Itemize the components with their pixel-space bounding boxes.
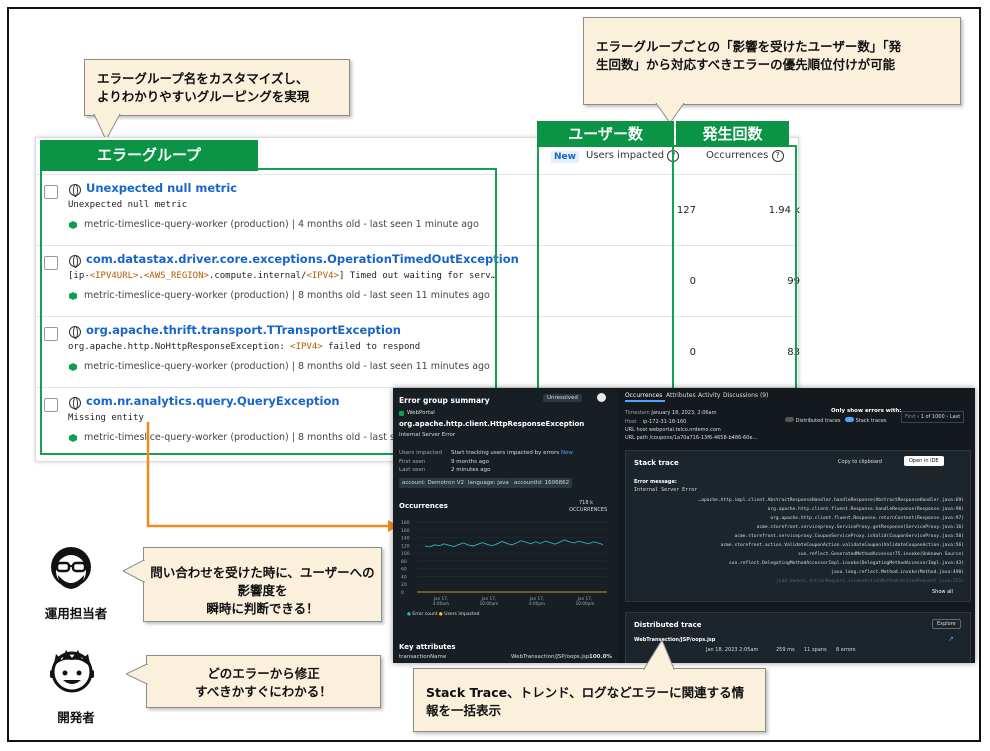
- callout-tail: [123, 560, 145, 583]
- callout-stack-trace: Stack Trace、トレンド、ログなどエラーに関連する情 報を一括表示: [413, 668, 766, 732]
- occurrences-chart: 180160140120100806040200Jan 17,4:00amJan…: [401, 520, 607, 606]
- developer-label: 開発者: [57, 710, 95, 725]
- stack-trace-line: jodd.madvoc.ActionRequest.invokeActionMe…: [775, 579, 964, 584]
- explore-button[interactable]: Explore: [932, 619, 961, 629]
- stack-traces-toggle[interactable]: Stack traces: [845, 417, 887, 424]
- exception-name: org.apache.http.client.HttpResponseExcep…: [399, 420, 585, 428]
- show-all-link[interactable]: Show all: [932, 589, 953, 595]
- y-tick-label: 160: [401, 528, 410, 534]
- stack-trace-line: sun.reflect.DelegatingMethodAccessorImpl…: [728, 561, 964, 566]
- x-tick-label: 10:00pm: [576, 601, 595, 606]
- stack-trace-line: …apache.http.impl.client.AbstractRespons…: [698, 498, 964, 503]
- stack-trace-line: java.lang.reflect.Method.invoke(Method.j…: [831, 570, 964, 575]
- operator-label: 運用担当者: [44, 606, 108, 621]
- status-dropdown[interactable]: Unresolved: [543, 394, 582, 402]
- occurrences-column-highlight: [672, 145, 797, 395]
- developer-face-icon: [50, 650, 94, 693]
- callout-operator: 問い合わせを受けた時に、ユーザーへの 影響度を 瞬時に判断できる！: [143, 547, 382, 622]
- tab-discussions[interactable]: Discussions (9): [723, 392, 768, 399]
- tag-chip[interactable]: account: Demotron V2: [399, 478, 468, 488]
- tab-attributes[interactable]: Attributes: [666, 392, 696, 399]
- x-tick-label: 10:00am: [480, 601, 499, 606]
- app-icon: [399, 411, 404, 416]
- tab-occurrences[interactable]: Occurrences: [625, 392, 662, 399]
- chart-legend: ● Error count ● Users impacted: [407, 612, 480, 617]
- callout-tail: [643, 640, 675, 670]
- y-tick-label: 80: [401, 559, 407, 565]
- stack-trace-line: acme.storefront.action.ValidateCouponAct…: [720, 543, 964, 548]
- callout-grouping: エラーグループ名をカスタマイズし、 よりわかりやすいグルーピングを実現: [84, 59, 350, 116]
- y-tick-label: 100: [401, 551, 410, 557]
- tag-chip[interactable]: language: java: [465, 478, 512, 488]
- y-tick-label: 180: [401, 520, 410, 526]
- copy-button[interactable]: Copy to clipboard: [838, 459, 882, 465]
- stack-trace-line: org.apache.http.client.fluent.Response.r…: [770, 516, 964, 521]
- open-in-ide-button[interactable]: Open in IDE: [904, 456, 944, 466]
- callout-tail: [126, 664, 148, 685]
- error-group-header: エラーグループ: [40, 140, 258, 171]
- distributed-traces-toggle[interactable]: Distributed traces: [785, 417, 841, 424]
- y-tick-label: 20: [401, 582, 407, 588]
- error-count-line: [424, 539, 604, 548]
- tab-activity[interactable]: Activity: [698, 392, 720, 399]
- external-link-icon[interactable]: ↗: [948, 635, 954, 643]
- summary-title: Error group summary: [399, 396, 490, 405]
- app-name: WebPortal: [407, 410, 435, 416]
- track-users-link[interactable]: Start tracking users impacted by errors …: [451, 450, 573, 456]
- avatar[interactable]: [597, 393, 606, 402]
- exception-message: Internal Server Error: [399, 432, 456, 438]
- detail-left-pane: Error group summary Unresolved WebPortal…: [393, 388, 617, 663]
- arrow-connector: [146, 422, 398, 532]
- y-tick-label: 140: [401, 536, 410, 542]
- callout-priority: エラーグループごとの「影響を受けたユーザー数」「発 生回数」から対応すべきエラー…: [583, 17, 961, 105]
- users-header: ユーザー数: [537, 121, 674, 147]
- occurrences-chart-title: Occurrences: [399, 502, 448, 510]
- pager[interactable]: First ‹ 1 of 1000 › Last: [901, 411, 965, 423]
- stack-trace-line: acme.storefront.serviceproxy.CouponServi…: [734, 534, 964, 539]
- stack-trace-line: sun.reflect.GeneratedMethodAccessor75.in…: [798, 552, 964, 557]
- stack-trace-card: Stack trace Copy to clipboard Open in ID…: [625, 450, 971, 602]
- y-tick-label: 0: [401, 590, 404, 596]
- error-detail-screenshot: Error group summary Unresolved WebPortal…: [393, 388, 975, 663]
- operator-face-icon: [51, 547, 91, 589]
- occurrences-header-label: 発生回数: [676, 121, 789, 147]
- y-tick-label: 60: [401, 567, 407, 573]
- stack-trace-line: org.apache.http.client.fluent.Response.h…: [767, 507, 964, 512]
- callout-developer: どのエラーから修正 すべきかすぐにわかる！: [146, 655, 381, 708]
- y-tick-label: 120: [401, 543, 410, 549]
- tag-chip[interactable]: accountId: 1606862: [511, 478, 573, 488]
- users-column-highlight: [537, 145, 674, 395]
- stack-trace-lines: …apache.http.impl.client.AbstractRespons…: [634, 496, 964, 586]
- stack-trace-line: acme.storefront.serviceproxy.ServiceProx…: [756, 525, 964, 530]
- x-tick-label: 4:00pm: [529, 601, 545, 606]
- x-tick-label: 4:00am: [433, 601, 449, 606]
- key-attributes-title: Key attributes: [399, 643, 456, 651]
- y-tick-label: 40: [401, 574, 407, 580]
- tab-indicator: [625, 400, 665, 402]
